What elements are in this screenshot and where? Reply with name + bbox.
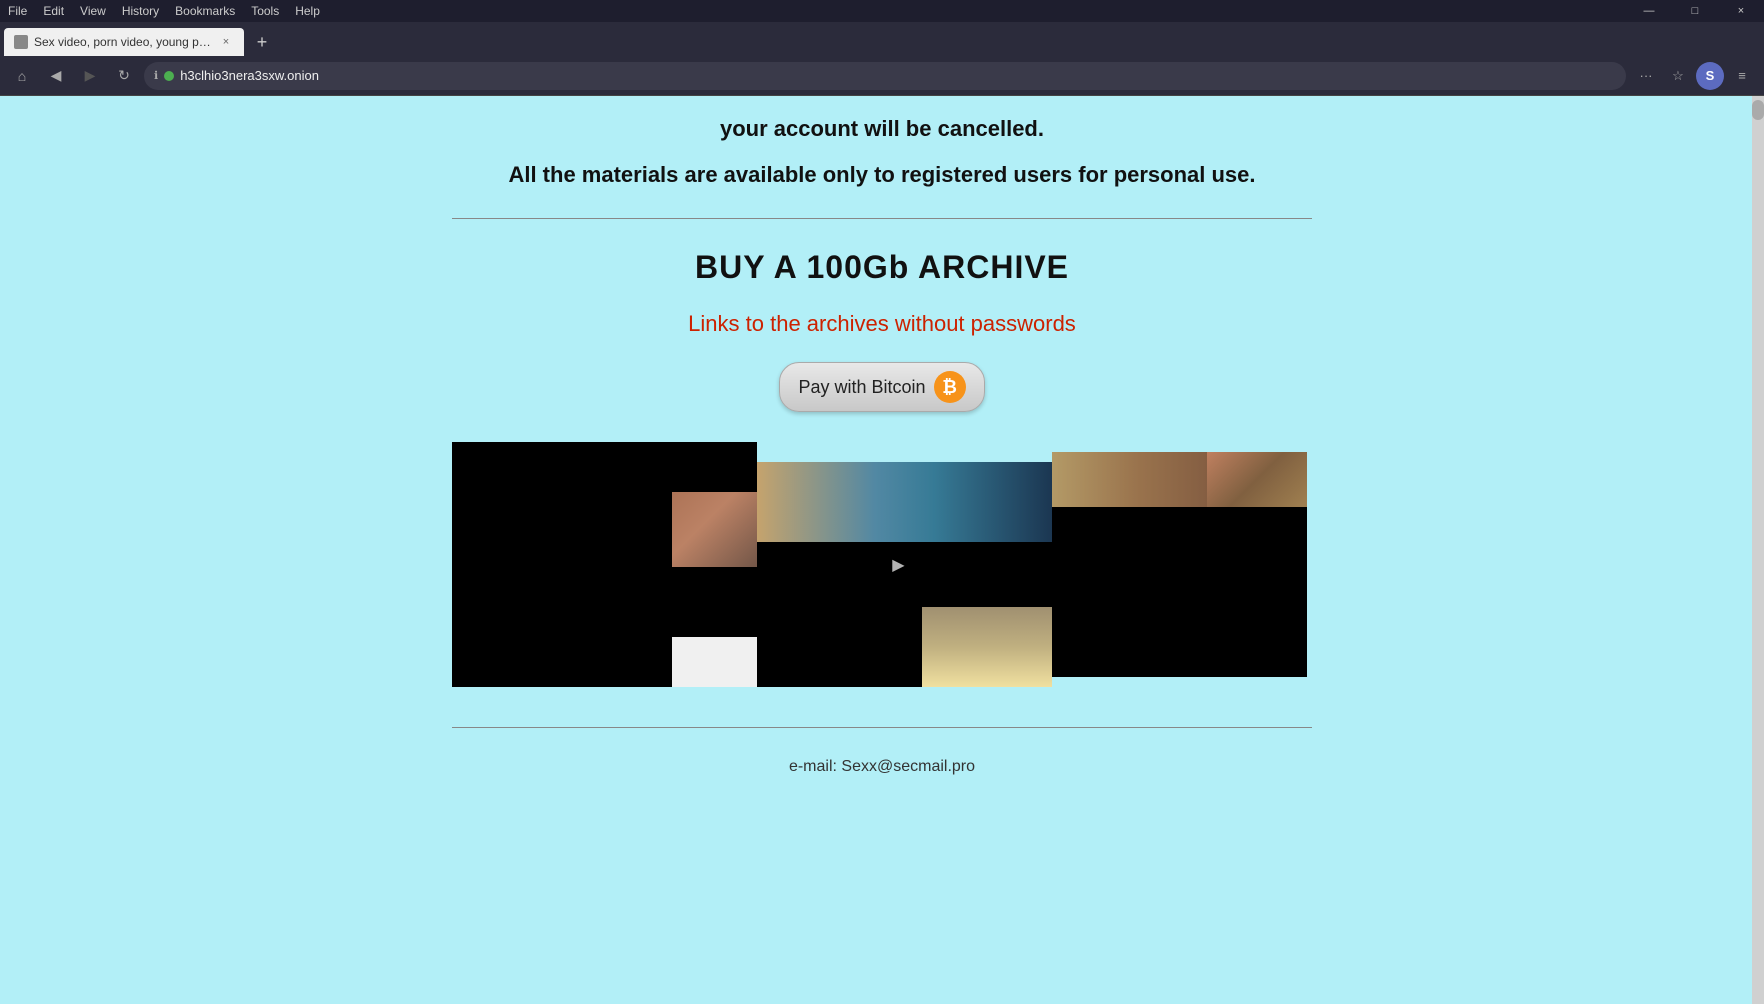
bitcoin-icon: ₿ [934,371,966,403]
reload-icon: ↻ [118,67,130,84]
email-text: e-mail: Sexx@secmail.pro [789,758,975,776]
info-icon: ℹ [154,69,158,82]
image-3-face-area [1207,452,1307,507]
menu-tools[interactable]: Tools [251,4,279,18]
image-cell-3 [1052,452,1307,677]
bookmark-button[interactable]: ☆ [1664,62,1692,90]
play-icon: ▶ [892,555,904,575]
scrollbar-track[interactable] [1752,96,1764,1004]
star-icon: ☆ [1672,68,1684,84]
tab-title: Sex video, porn video, young porn [34,35,212,49]
bottom-divider [452,727,1312,728]
image-2-top-area [757,462,1052,542]
nav-right-actions: ··· ☆ S ≡ [1632,62,1756,90]
browser-window: File Edit View History Bookmarks Tools H… [0,0,1764,1004]
image-cell-1 [452,442,757,687]
nav-bar: ⌂ ◀ ▶ ↻ ℹ h3clhio3nera3sxw.onion ··· ☆ S… [0,56,1764,96]
maximize-button[interactable]: □ [1672,0,1718,22]
image-1-face-thumbnail [672,492,757,567]
window-controls: — □ × [1626,0,1764,22]
more-button[interactable]: ··· [1632,62,1660,90]
pay-bitcoin-button[interactable]: Pay with Bitcoin ₿ [779,362,984,412]
reload-button[interactable]: ↻ [110,62,138,90]
menu-file[interactable]: File [8,4,27,18]
cancelled-text: your account will be cancelled. [720,116,1044,142]
menu-bar: File Edit View History Bookmarks Tools H… [0,0,1764,22]
menu-help[interactable]: Help [295,4,320,18]
pay-button-label: Pay with Bitcoin [798,377,925,398]
menu-view[interactable]: View [80,4,106,18]
image-2-bottom-right [922,607,1052,687]
home-button[interactable]: ⌂ [8,62,36,90]
forward-icon: ▶ [85,67,96,84]
address-bar[interactable]: ℹ h3clhio3nera3sxw.onion [144,62,1626,90]
new-tab-button[interactable]: + [248,28,276,56]
back-icon: ◀ [51,67,62,84]
menu-history[interactable]: History [122,4,159,18]
menu-edit[interactable]: Edit [43,4,64,18]
image-1-bottom-thumb [672,637,757,687]
profile-button[interactable]: S [1696,62,1724,90]
forward-button[interactable]: ▶ [76,62,104,90]
home-icon: ⌂ [18,68,26,84]
hamburger-icon: ≡ [1738,68,1746,83]
top-divider [452,218,1312,219]
more-icon: ··· [1640,68,1653,83]
materials-text: All the materials are available only to … [508,162,1255,188]
tab-close-button[interactable]: × [218,34,234,50]
hamburger-button[interactable]: ≡ [1728,62,1756,90]
links-text: Links to the archives without passwords [688,311,1076,337]
scrollbar-thumb[interactable] [1752,100,1764,120]
back-button[interactable]: ◀ [42,62,70,90]
archive-title: BUY A 100Gb ARCHIVE [695,249,1069,286]
secure-indicator [164,71,174,81]
tab-favicon [14,35,28,49]
tab-bar: Sex video, porn video, young porn × + [0,22,1764,56]
close-button[interactable]: × [1718,0,1764,22]
menu-bookmarks[interactable]: Bookmarks [175,4,235,18]
active-tab[interactable]: Sex video, porn video, young porn × [4,28,244,56]
address-text: h3clhio3nera3sxw.onion [180,68,1616,83]
image-cell-2: ▶ [757,462,1052,687]
image-grid: ▶ [452,442,1312,687]
minimize-button[interactable]: — [1626,0,1672,22]
page-content: your account will be cancelled. All the … [0,96,1764,1004]
